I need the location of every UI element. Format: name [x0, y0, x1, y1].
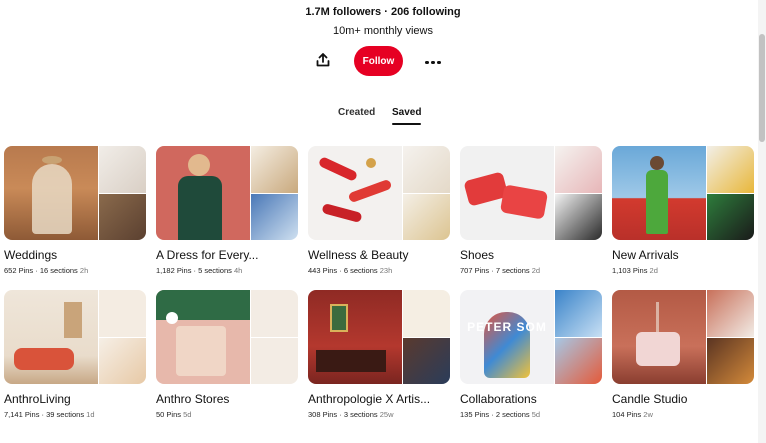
- board-meta: 135 Pins · 2 sections 5d: [460, 410, 541, 419]
- cover-image-top: [555, 290, 602, 337]
- board-name: Candle Studio: [612, 392, 688, 406]
- cover-image-main: [156, 146, 250, 240]
- board-name: AnthroLiving: [4, 392, 71, 406]
- board-cover[interactable]: [4, 146, 146, 240]
- cover-image-bottom: [555, 337, 602, 384]
- cover-image-main: [156, 290, 250, 384]
- cover-image-top: [403, 146, 450, 193]
- board-cover[interactable]: [156, 146, 298, 240]
- cover-image-main: [308, 146, 402, 240]
- board-cover[interactable]: [4, 290, 146, 384]
- board-name: Weddings: [4, 248, 58, 262]
- board-meta: 652 Pins · 16 sections 2h: [4, 266, 89, 275]
- cover-image-bottom: [707, 337, 754, 384]
- more-dots-icon: [424, 51, 442, 69]
- board-name: Wellness & Beauty: [308, 248, 409, 262]
- board-cover[interactable]: PETER SOM: [460, 290, 602, 384]
- board-cover[interactable]: [612, 290, 754, 384]
- board-meta: 1,103 Pins 2d: [612, 266, 658, 275]
- board-cover[interactable]: [612, 146, 754, 240]
- board-cover[interactable]: [308, 146, 450, 240]
- board-name: Anthropologie X Artis...: [308, 392, 431, 406]
- cover-image-bottom: [403, 193, 450, 240]
- board-card-anthro-stores[interactable]: Anthro Stores 50 Pins 5d: [156, 290, 298, 419]
- cover-image-main: [460, 146, 554, 240]
- board-name: Shoes: [460, 248, 495, 262]
- cover-image-top: [99, 290, 146, 337]
- cover-image-main: [308, 290, 402, 384]
- cover-image-bottom: [99, 193, 146, 240]
- board-name: Anthro Stores: [156, 392, 230, 406]
- board-card-candle-studio[interactable]: Candle Studio 104 Pins 2w: [612, 290, 754, 419]
- cover-image-main: [4, 146, 98, 240]
- cover-image-top: [99, 146, 146, 193]
- follower-stats[interactable]: 1.7M followers · 206 following: [0, 6, 766, 18]
- scrollbar[interactable]: [758, 0, 766, 443]
- share-button[interactable]: [313, 50, 333, 70]
- follow-button[interactable]: Follow: [354, 46, 403, 76]
- board-meta: 707 Pins · 7 sections 2d: [460, 266, 541, 275]
- board-card-new-arrivals[interactable]: New Arrivals 1,103 Pins 2d: [612, 146, 754, 275]
- cover-image-bottom: [251, 337, 298, 384]
- board-card-wellness-beauty[interactable]: Wellness & Beauty 443 Pins · 6 sections …: [308, 146, 450, 275]
- board-card-collaborations[interactable]: PETER SOM Collaborations 135 Pins · 2 se…: [460, 290, 602, 419]
- cover-image-bottom: [707, 193, 754, 240]
- board-tabs: Created Saved: [0, 107, 766, 127]
- board-cover[interactable]: [156, 290, 298, 384]
- tab-created[interactable]: Created: [338, 107, 375, 118]
- cover-image-bottom: [99, 337, 146, 384]
- cover-image-main: [612, 146, 706, 240]
- cover-image-top: [707, 146, 754, 193]
- tab-saved[interactable]: Saved: [392, 107, 422, 125]
- cover-image-bottom: [403, 337, 450, 384]
- cover-image-bottom: [251, 193, 298, 240]
- board-name: Collaborations: [460, 392, 537, 406]
- board-meta: 443 Pins · 6 sections 23h: [308, 266, 393, 275]
- cover-image-bottom: [555, 193, 602, 240]
- board-cover[interactable]: [460, 146, 602, 240]
- cover-image-top: [251, 290, 298, 337]
- cover-image-top: [251, 146, 298, 193]
- board-card-anthropologie-x-artisans[interactable]: Anthropologie X Artis... 308 Pins · 3 se…: [308, 290, 450, 419]
- board-cover[interactable]: [308, 290, 450, 384]
- board-meta: 7,141 Pins · 39 sections 1d: [4, 410, 95, 419]
- share-icon: [316, 53, 330, 67]
- cover-overlay-text: PETER SOM: [467, 320, 547, 334]
- board-card-anthroliving[interactable]: AnthroLiving 7,141 Pins · 39 sections 1d: [4, 290, 146, 419]
- board-name: A Dress for Every...: [156, 248, 259, 262]
- scrollbar-thumb[interactable]: [759, 34, 765, 142]
- board-card-weddings[interactable]: Weddings 652 Pins · 16 sections 2h: [4, 146, 146, 275]
- board-card-shoes[interactable]: Shoes 707 Pins · 7 sections 2d: [460, 146, 602, 275]
- monthly-views: 10m+ monthly views: [333, 25, 433, 37]
- board-name: New Arrivals: [612, 248, 679, 262]
- cover-image-main: [4, 290, 98, 384]
- board-meta: 1,182 Pins · 5 sections 4h: [156, 266, 243, 275]
- more-options-button[interactable]: [423, 50, 443, 70]
- cover-image-main: PETER SOM: [460, 290, 554, 384]
- cover-image-top: [707, 290, 754, 337]
- board-meta: 50 Pins 5d: [156, 410, 192, 419]
- cover-image-main: [612, 290, 706, 384]
- cover-image-top: [555, 146, 602, 193]
- board-meta: 308 Pins · 3 sections 25w: [308, 410, 394, 419]
- profile-actions: Follow: [0, 46, 766, 76]
- board-card-a-dress-for-every[interactable]: A Dress for Every... 1,182 Pins · 5 sect…: [156, 146, 298, 275]
- cover-image-top: [403, 290, 450, 337]
- board-meta: 104 Pins 2w: [612, 410, 653, 419]
